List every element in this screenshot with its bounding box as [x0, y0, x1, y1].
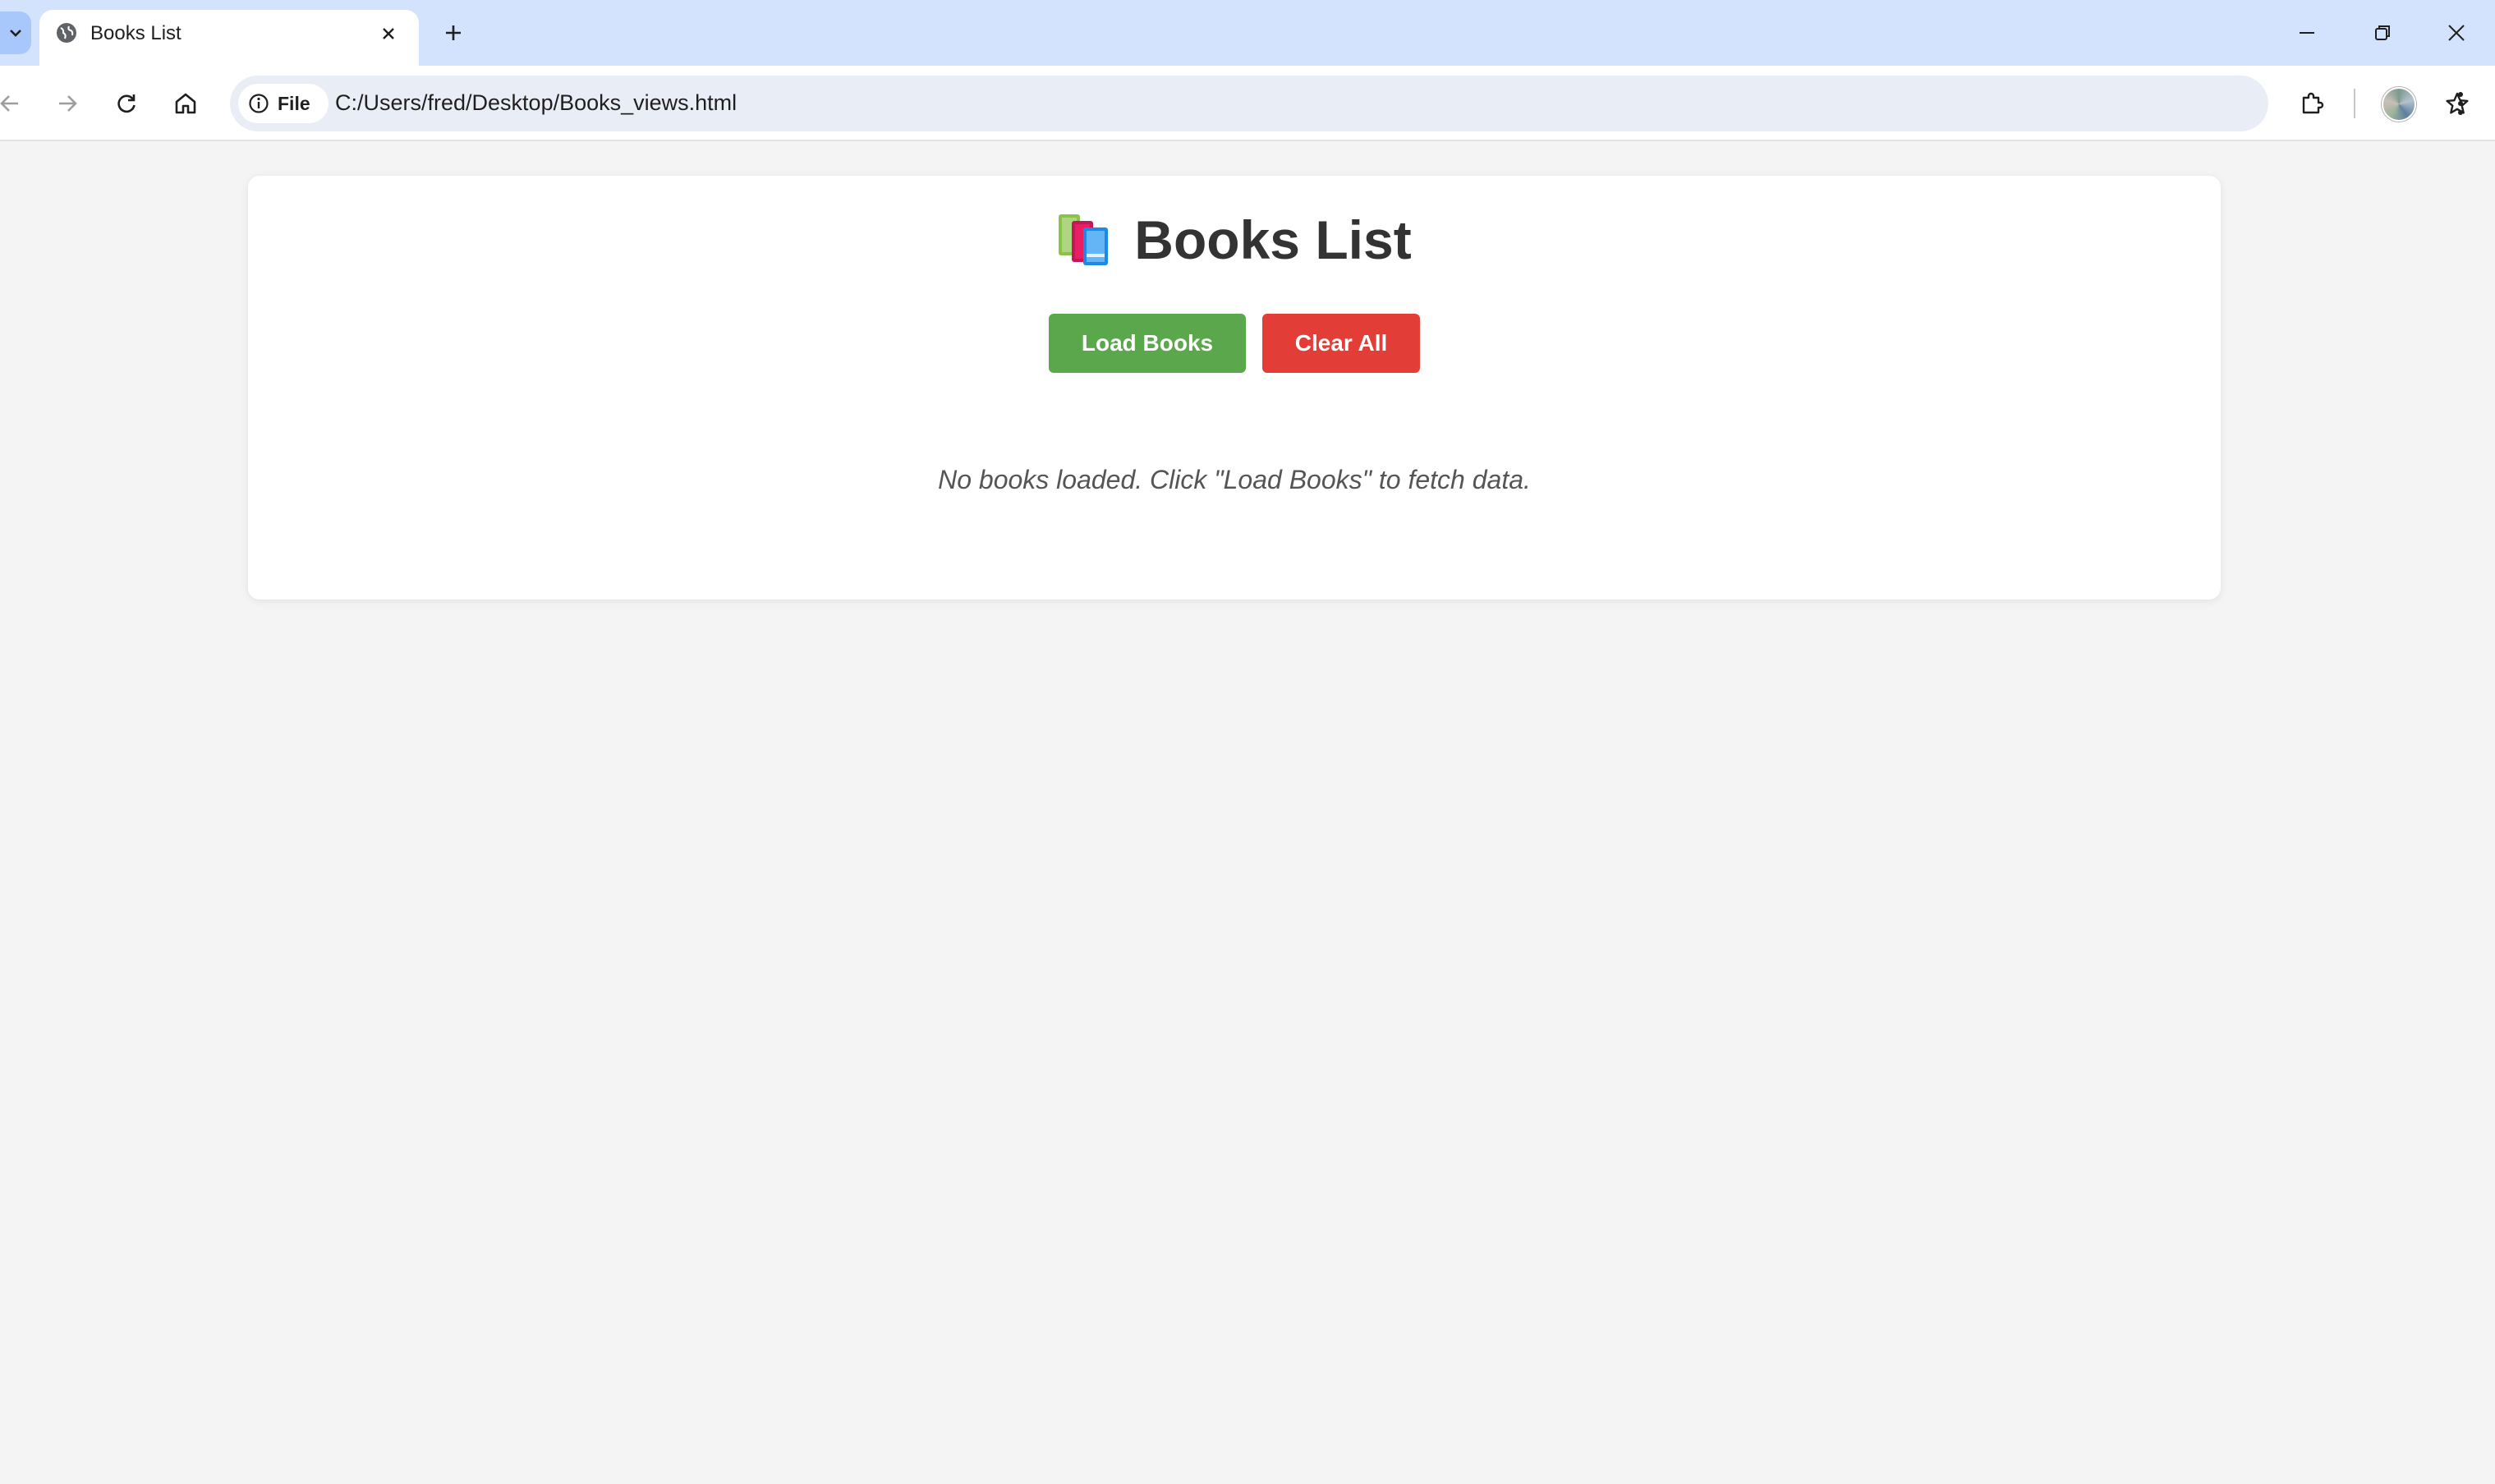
back-button[interactable] — [0, 84, 30, 123]
page-viewport: Books List Load Books Clear All No books… — [0, 141, 2495, 1484]
reload-icon — [117, 94, 136, 113]
tab-strip: Books List — [0, 0, 2495, 66]
home-button[interactable] — [166, 84, 205, 123]
address-bar[interactable]: File C:/Users/fred/Desktop/Books_views.h… — [230, 76, 2469, 131]
tab-search-button[interactable] — [0, 11, 31, 54]
close-icon — [2448, 25, 2465, 41]
chevron-down-icon — [10, 30, 21, 37]
restore-icon — [2375, 25, 2390, 40]
browser-menu-button[interactable] — [2441, 84, 2480, 123]
forward-button[interactable] — [48, 84, 87, 123]
restore-button[interactable] — [2360, 11, 2405, 54]
reload-button[interactable] — [107, 84, 146, 123]
minimize-icon — [2300, 32, 2314, 34]
home-icon — [175, 93, 196, 114]
avatar[interactable] — [2382, 87, 2416, 122]
toolbar-divider — [2354, 89, 2355, 118]
books-icon — [1059, 214, 1109, 265]
close-icon — [383, 28, 394, 39]
clear-all-button[interactable]: Clear All — [1262, 314, 1420, 373]
new-tab-button[interactable] — [437, 16, 470, 49]
books-card: Books List Load Books Clear All No books… — [248, 176, 2221, 600]
url-text[interactable]: C:/Users/fred/Desktop/Books_views.html — [335, 90, 737, 116]
load-books-button[interactable]: Load Books — [1049, 314, 1246, 373]
empty-state-message: No books loaded. Click "Load Books" to f… — [938, 465, 1531, 494]
puzzle-icon — [2302, 92, 2324, 114]
active-tab[interactable]: Books List — [39, 10, 419, 66]
tab-title: Books List — [90, 22, 181, 44]
arrow-left-icon — [0, 95, 18, 112]
site-chip-label: File — [278, 92, 310, 114]
plus-icon — [446, 25, 461, 40]
browser-toolbar: File C:/Users/fred/Desktop/Books_views.h… — [0, 66, 2495, 141]
page-title: Books List — [1134, 209, 1412, 270]
info-icon — [249, 94, 269, 113]
kebab-menu-icon — [2458, 92, 2463, 115]
action-buttons: Load Books Clear All — [248, 314, 2221, 373]
minimize-button[interactable] — [2285, 11, 2329, 54]
close-window-button[interactable] — [2434, 11, 2479, 54]
extensions-button[interactable] — [2293, 84, 2332, 123]
arrow-right-icon — [59, 95, 77, 112]
tab-close-button[interactable] — [374, 20, 402, 48]
site-info-chip[interactable]: File — [238, 84, 329, 123]
globe-icon — [57, 23, 76, 43]
page-heading: Books List — [248, 209, 2221, 271]
